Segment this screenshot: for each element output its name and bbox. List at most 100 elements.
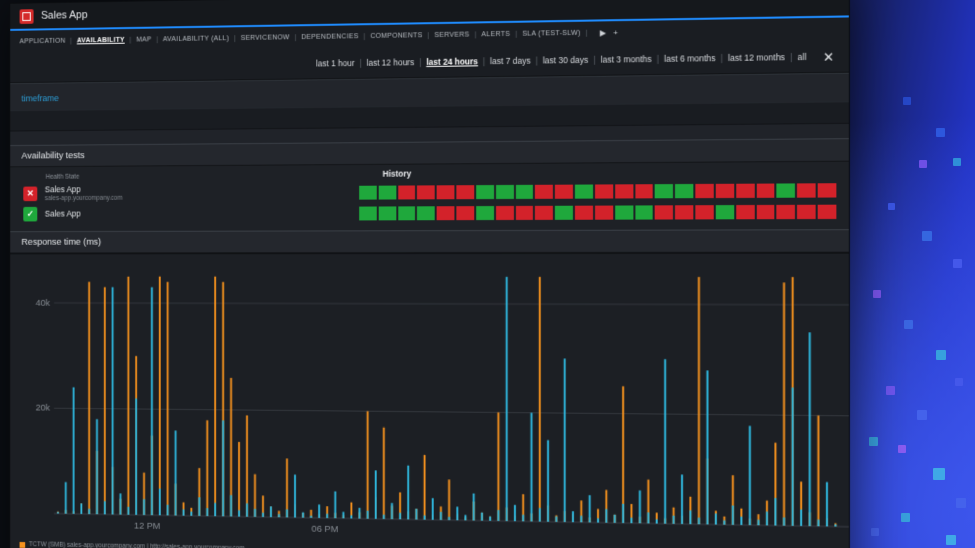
- window-title: Sales App: [41, 9, 87, 21]
- history-cell-red[interactable]: [756, 183, 774, 197]
- separator: |: [419, 57, 421, 67]
- history-cell-green[interactable]: [359, 206, 376, 220]
- legend-swatch-icon: [20, 542, 26, 548]
- history-cell-green[interactable]: [476, 185, 494, 199]
- history-cell-green[interactable]: [476, 206, 494, 220]
- time-range-last-12-hours[interactable]: last 12 hours: [366, 57, 414, 68]
- add-tab-icon[interactable]: +: [613, 28, 618, 37]
- history-cell-red[interactable]: [615, 184, 633, 198]
- test-labels: Sales App sales-app.yourcompany.com: [45, 185, 123, 202]
- timeframe-label[interactable]: timeframe: [21, 93, 58, 103]
- play-icon[interactable]: ▶: [600, 28, 607, 37]
- history-cell-green[interactable]: [516, 184, 534, 198]
- history-cell-green[interactable]: [655, 184, 673, 198]
- history-strip: [359, 183, 836, 199]
- history-cell-red[interactable]: [457, 185, 475, 199]
- history-cell-green[interactable]: [555, 205, 573, 219]
- history-cell-red[interactable]: [398, 185, 416, 199]
- decor-square: [955, 378, 963, 386]
- time-range-last-6-months[interactable]: last 6 months: [664, 53, 716, 64]
- history-cell-red[interactable]: [675, 205, 693, 219]
- history-cell-green[interactable]: [575, 184, 593, 198]
- history-cell-green[interactable]: [379, 185, 396, 199]
- nav-tab-map[interactable]: MAP: [136, 36, 151, 43]
- history-cell-green[interactable]: [496, 185, 514, 199]
- history-cell-red[interactable]: [655, 205, 673, 219]
- history-cell-red[interactable]: [575, 205, 593, 219]
- decor-square: [956, 498, 966, 508]
- history-cell-red[interactable]: [535, 206, 553, 220]
- time-range-last-30-days[interactable]: last 30 days: [543, 55, 589, 66]
- history-cell-red[interactable]: [535, 184, 553, 198]
- separator: |: [586, 30, 588, 37]
- availability-test-row[interactable]: ✕ Sales App sales-app.yourcompany.com: [21, 181, 836, 202]
- y-tick-label: 20k: [36, 403, 51, 413]
- history-cell-red[interactable]: [716, 183, 734, 197]
- history-cell-red[interactable]: [595, 205, 613, 219]
- nav-tab-dependencies[interactable]: DEPENDENCIES: [301, 33, 358, 41]
- history-cell-red[interactable]: [437, 206, 455, 220]
- test-identity: ✓ Sales App: [21, 206, 359, 222]
- test-name: Sales App: [45, 209, 81, 219]
- decor-square: [898, 445, 906, 453]
- nav-tab-alerts[interactable]: ALERTS: [481, 31, 510, 38]
- nav-tab-components[interactable]: COMPONENTS: [370, 32, 422, 40]
- history-cell-red[interactable]: [457, 206, 475, 220]
- separator: |: [593, 55, 595, 65]
- gridline: [54, 408, 849, 416]
- nav-tab-sla-test-slw[interactable]: SLA (TEST-SLW): [522, 30, 580, 38]
- history-cell-red[interactable]: [756, 205, 774, 219]
- nav-tab-application[interactable]: APPLICATION: [20, 38, 66, 45]
- history-cell-red[interactable]: [736, 183, 754, 197]
- history-cell-red[interactable]: [777, 205, 795, 219]
- separator: |: [234, 35, 236, 42]
- history-cell-red[interactable]: [595, 184, 613, 198]
- separator: |: [474, 31, 476, 38]
- history-cell-red[interactable]: [516, 206, 534, 220]
- history-cell-green[interactable]: [615, 205, 633, 219]
- history-cell-red[interactable]: [635, 184, 653, 198]
- history-column-header: History: [383, 169, 412, 179]
- time-range-last-7-days[interactable]: last 7 days: [490, 56, 530, 67]
- history-cell-red[interactable]: [555, 184, 573, 198]
- history-cell-green[interactable]: [398, 206, 416, 220]
- x-axis: [54, 514, 849, 527]
- decor-square: [888, 203, 895, 210]
- history-cell-green[interactable]: [417, 206, 435, 220]
- time-range-all[interactable]: all: [798, 52, 807, 62]
- close-icon[interactable]: ✕: [823, 50, 834, 63]
- history-cell-red[interactable]: [417, 185, 435, 199]
- history-cell-red[interactable]: [437, 185, 455, 199]
- decor-square: [933, 468, 945, 480]
- history-cell-red[interactable]: [797, 204, 815, 218]
- history-cell-green[interactable]: [359, 185, 376, 199]
- history-cell-red[interactable]: [818, 183, 836, 197]
- history-cell-green[interactable]: [379, 206, 396, 220]
- nav-tab-availability-all[interactable]: AVAILABILITY (ALL): [163, 35, 229, 43]
- time-range-last-24-hours[interactable]: last 24 hours: [426, 56, 478, 67]
- history-cell-red[interactable]: [818, 204, 836, 218]
- history-cell-green[interactable]: [777, 183, 795, 197]
- history-cell-green[interactable]: [635, 205, 653, 219]
- response-time-chart: 20k40k12 PM06 PM TCTW (SMB) sales-app.yo…: [10, 253, 849, 548]
- decor-square: [919, 160, 927, 168]
- time-range-last-12-months[interactable]: last 12 months: [728, 52, 785, 63]
- history-cell-red[interactable]: [695, 205, 713, 219]
- history-cell-red[interactable]: [736, 205, 754, 219]
- decor-square: [946, 535, 956, 545]
- test-identity: ✕ Sales App sales-app.yourcompany.com: [21, 184, 359, 203]
- time-range-last-1-hour[interactable]: last 1 hour: [316, 58, 355, 68]
- separator: |: [363, 33, 365, 40]
- app-window: Sales App APPLICATION | AVAILABILITY | MAP | A…: [9, 0, 850, 548]
- time-range-last-3-months[interactable]: last 3 months: [601, 54, 652, 65]
- history-cell-red[interactable]: [496, 206, 514, 220]
- availability-test-row[interactable]: ✓ Sales App: [21, 204, 836, 222]
- history-cell-green[interactable]: [716, 205, 734, 219]
- history-cell-red[interactable]: [695, 183, 713, 197]
- nav-tab-servicenow[interactable]: SERVICENOW: [241, 34, 290, 42]
- history-cell-red[interactable]: [797, 183, 815, 197]
- nav-tab-servers[interactable]: SERVERS: [434, 32, 469, 40]
- history-strip: [359, 204, 836, 220]
- history-cell-green[interactable]: [675, 184, 693, 198]
- nav-tab-availability[interactable]: AVAILABILITY: [77, 37, 125, 45]
